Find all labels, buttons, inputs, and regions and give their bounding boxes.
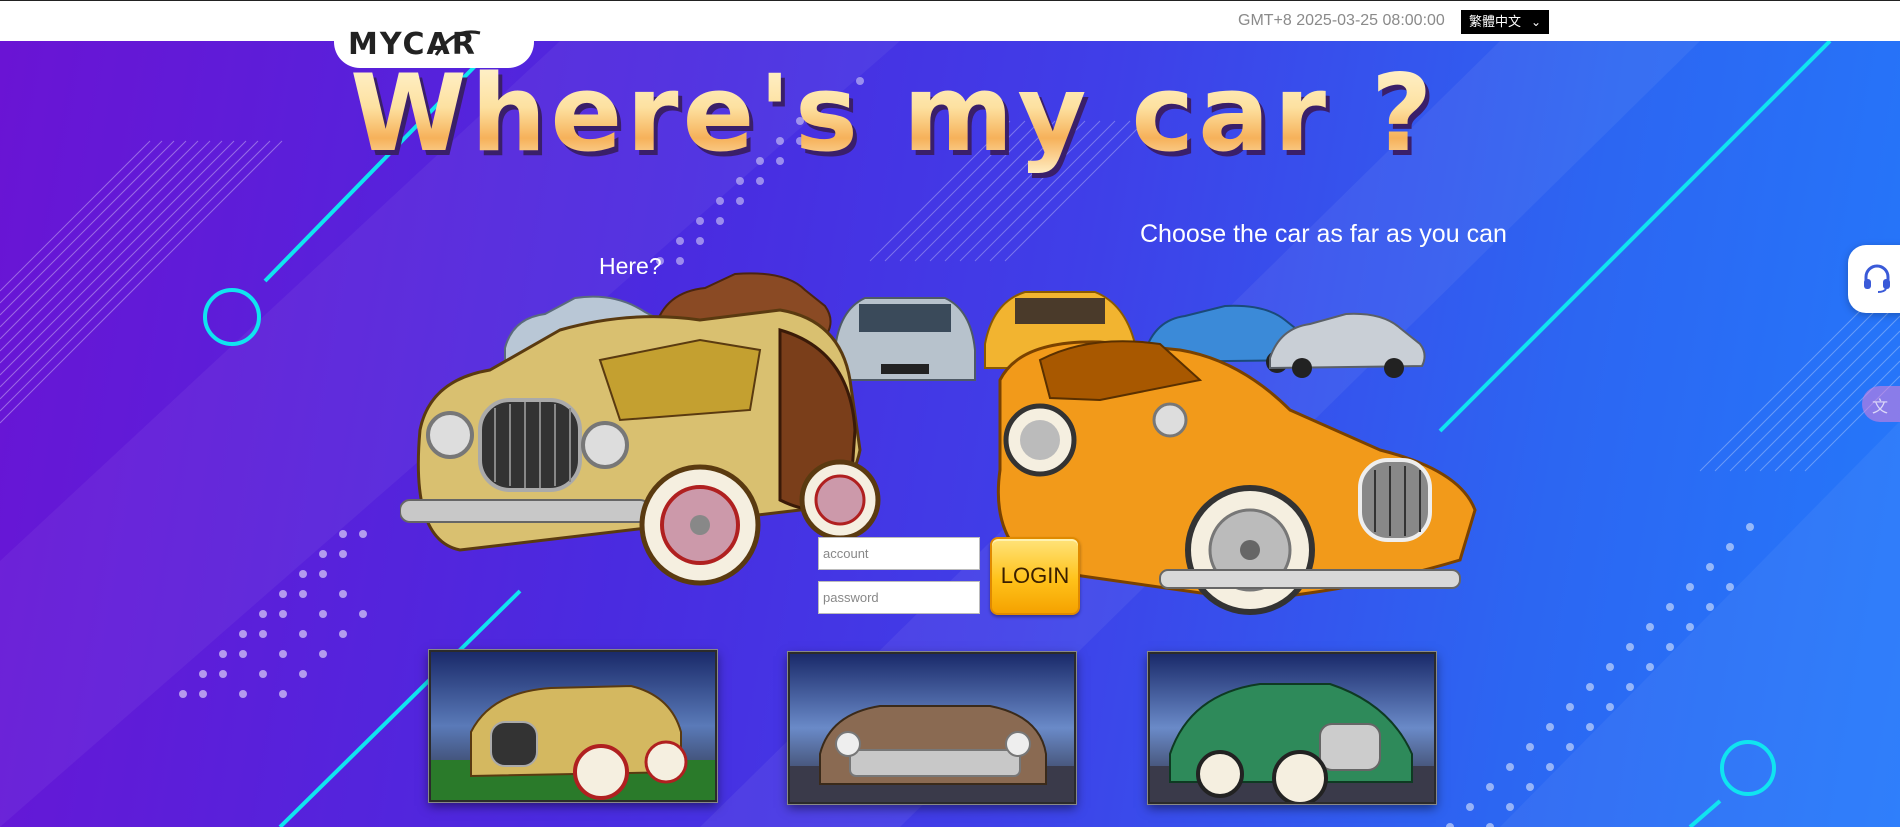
yellow-vintage-car-icon (431, 652, 715, 800)
car-thumbnail-3[interactable] (1148, 652, 1436, 804)
green-vintage-car-icon (1150, 654, 1434, 802)
login-button[interactable]: LOGIN (990, 537, 1080, 615)
cream-classic-car-icon (790, 654, 1074, 802)
car-thumbnail-2[interactable] (788, 652, 1076, 804)
language-select[interactable]: 繁體中文 ⌄ (1461, 10, 1549, 34)
yellow-vintage-car-icon (400, 308, 881, 586)
logo[interactable]: MYCAR (334, 18, 534, 68)
tagline-text: Choose the car as far as you can (1140, 220, 1507, 248)
page-headline: Where's my car ? (350, 52, 1437, 175)
customer-support-button[interactable] (1848, 245, 1900, 313)
logo-text: MYCAR (348, 27, 477, 61)
account-input[interactable] (818, 537, 980, 570)
translate-button[interactable]: 文 (1862, 386, 1900, 422)
car-thumbnail-1[interactable] (429, 650, 717, 802)
translate-icon: 文 (1872, 399, 1889, 416)
password-input[interactable] (818, 581, 980, 614)
datetime-display: GMT+8 2025-03-25 08:00:00 (1238, 12, 1445, 29)
language-selected-label: 繁體中文 (1469, 14, 1522, 29)
headset-icon (1864, 264, 1890, 293)
chevron-down-icon: ⌄ (1530, 15, 1541, 29)
here-label: Here? (599, 253, 662, 279)
mycar-logo-icon: MYCAR (348, 27, 481, 61)
login-page: GMT+8 2025-03-25 08:00:00 繁體中文 ⌄ MYCAR W… (0, 0, 1900, 827)
cars-illustration (400, 272, 1477, 615)
top-bar: GMT+8 2025-03-25 08:00:00 繁體中文 ⌄ (0, 0, 1900, 41)
